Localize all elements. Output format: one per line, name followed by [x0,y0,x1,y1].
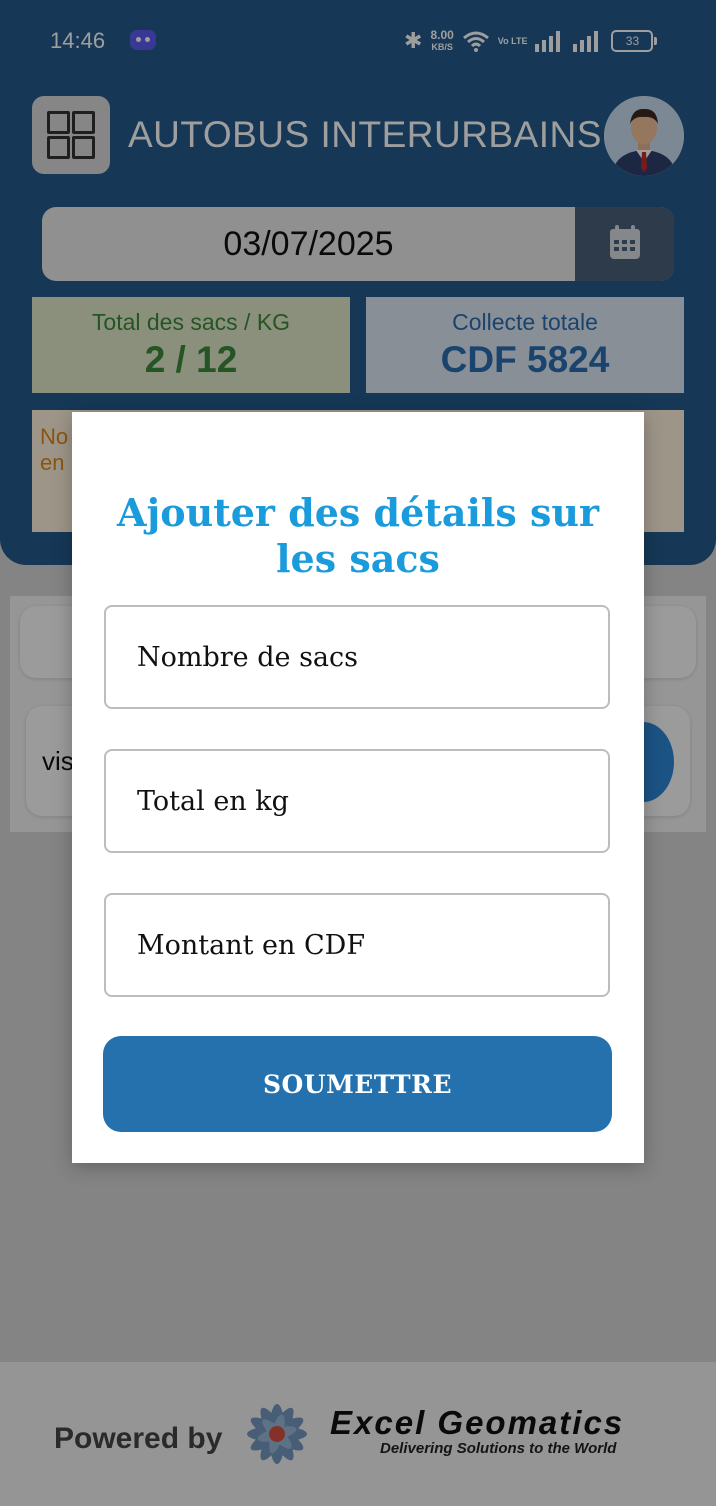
amount-cdf-input[interactable] [104,893,610,997]
submit-button[interactable]: SOUMETTRE [103,1036,612,1132]
add-bag-details-dialog: Ajouter des détails sur les sacs SOUMETT… [72,412,644,1163]
bags-count-input[interactable] [104,605,610,709]
total-kg-input[interactable] [104,749,610,853]
dialog-title: Ajouter des détails sur les sacs [116,490,599,581]
